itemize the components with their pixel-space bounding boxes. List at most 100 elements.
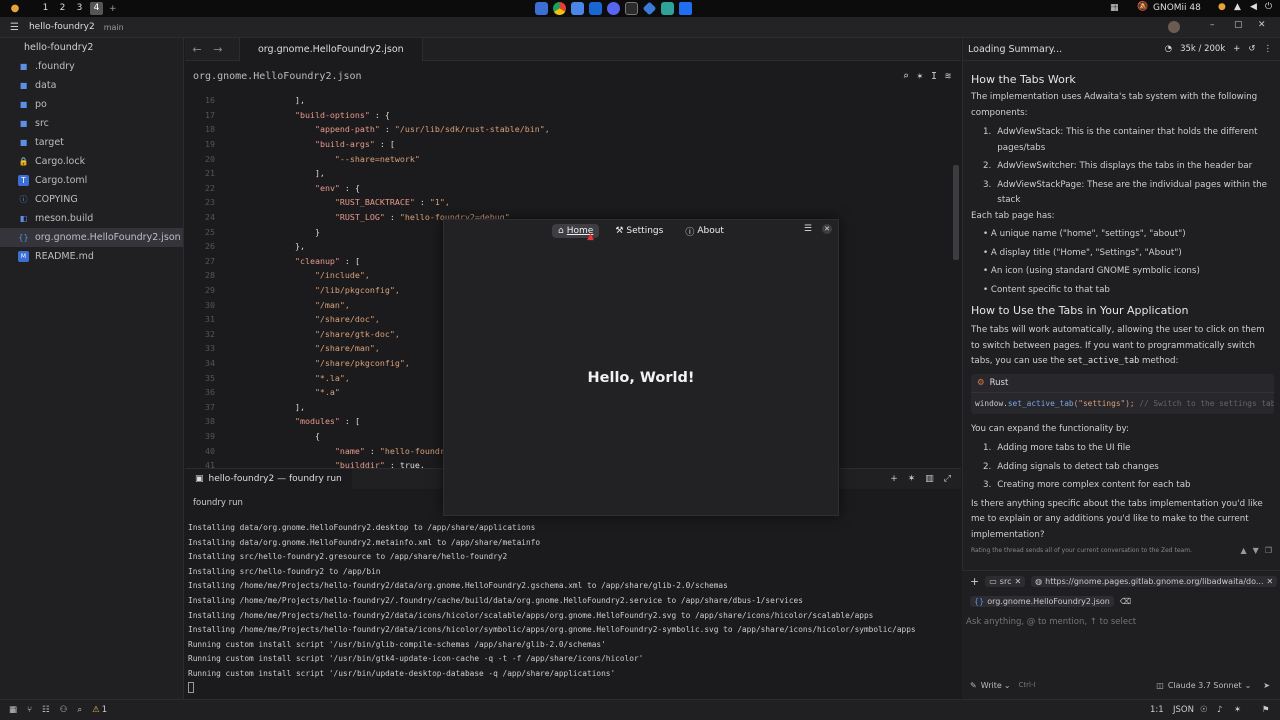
context-chip-src[interactable]: ▭ src ✕ [985, 575, 1026, 587]
send-icon[interactable]: ➤ [1263, 681, 1270, 690]
chrome-app-icon[interactable] [553, 2, 566, 15]
code-line[interactable]: 16 ], [185, 93, 961, 108]
terminal-tab[interactable]: ▣ hello-foundry2 — foundry run [185, 469, 352, 489]
assist-icon[interactable]: ✶ [917, 71, 923, 82]
tree-item-data[interactable]: ■ data [0, 76, 183, 95]
builder-app-icon[interactable] [625, 2, 638, 15]
model-selector[interactable]: Claude 3.7 Sonnet [1168, 681, 1242, 690]
tree-item-src[interactable]: ■ src [0, 114, 183, 133]
context-chip-url[interactable]: ◍ https://gnome.pages.gitlab.gnome.org/li… [1031, 575, 1278, 587]
split-icon[interactable]: ▥ [925, 474, 934, 484]
terminal-app-icon[interactable] [661, 2, 674, 15]
assistant-icon[interactable]: ✶ [1234, 705, 1241, 715]
copilot-icon[interactable]: ☉ [1200, 705, 1208, 715]
files-app-icon[interactable] [535, 2, 548, 15]
tree-item-po[interactable]: ■ po [0, 95, 183, 114]
editor-tab[interactable]: org.gnome.HelloFoundry2.json [239, 37, 423, 61]
warning-count[interactable]: 1 [102, 705, 107, 715]
tree-item-readme[interactable]: M README.md [0, 247, 183, 266]
breadcrumb-file[interactable]: org.gnome.HelloFoundry2.json [193, 71, 362, 82]
hamburger-menu-icon[interactable]: ☰ [804, 224, 812, 234]
maximize-icon[interactable]: ▢ [1234, 20, 1243, 30]
code-line[interactable]: 21 ], [185, 166, 961, 181]
tree-item-cargo-toml[interactable]: T Cargo.toml [0, 171, 183, 190]
add-context-icon[interactable]: + [970, 575, 979, 588]
copy-icon[interactable]: ❐ [1265, 546, 1272, 555]
bell-icon[interactable]: ♪ [1217, 705, 1222, 715]
add-workspace-icon[interactable]: + [109, 4, 117, 14]
project-name[interactable]: hello-foundry2 [29, 22, 95, 32]
calendar-app-icon[interactable] [589, 2, 602, 15]
workspace-2[interactable]: 2 [56, 2, 69, 15]
workspace-3[interactable]: 3 [73, 2, 86, 15]
assistant-thread[interactable]: How the Tabs Work The implementation use… [963, 61, 1280, 588]
code-line[interactable]: 17 "build-options" : { [185, 108, 961, 123]
thumbs-down-icon[interactable]: ▼ [1253, 546, 1259, 555]
menu-icon[interactable]: ☰ [10, 22, 19, 33]
code-block-body[interactable]: window. set_active_tab ("settings"); // Sw… [971, 393, 1274, 414]
code-line[interactable]: 18 "append-path" : "/usr/lib/sdk/rust-st… [185, 122, 961, 137]
notifications-muted-icon[interactable]: 🔕 [1137, 2, 1148, 12]
cursor-position[interactable]: 1:1 [1150, 705, 1164, 715]
outline-icon[interactable]: ☷ [42, 705, 50, 715]
cursor-icon[interactable]: I [931, 71, 937, 82]
thumbs-up-icon[interactable]: ▲ [1241, 546, 1247, 555]
grid-icon[interactable]: ▦ [1110, 3, 1119, 13]
project-root[interactable]: hello-foundry2 [0, 38, 183, 57]
terminal-output[interactable]: Installing data/org.gnome.HelloFoundry2.… [185, 521, 961, 682]
close-window-icon[interactable]: ✕ [1258, 20, 1266, 30]
clear-context-icon[interactable]: ⌫ [1120, 597, 1131, 606]
collab-icon[interactable]: ⚇ [60, 705, 68, 715]
code-line[interactable]: 20 "--share=network" [185, 151, 961, 166]
tree-item-label: po [35, 99, 47, 110]
branch-name[interactable]: main [104, 23, 124, 32]
discord-app-icon[interactable] [607, 2, 620, 15]
settings-sliders-icon[interactable]: ≋ [945, 71, 951, 82]
add-terminal-icon[interactable]: + [890, 474, 898, 484]
code-line[interactable]: 19 "build-args" : [ [185, 137, 961, 152]
code-line[interactable]: 22 "env" : { [185, 181, 961, 196]
workspace-1[interactable]: 1 [39, 2, 52, 15]
assistant-input[interactable] [966, 613, 1266, 631]
search-icon[interactable]: ⌕ [77, 705, 82, 715]
language-selector[interactable]: JSON [1173, 705, 1194, 715]
tree-item-meson-build[interactable]: ◧ meson.build [0, 209, 183, 228]
back-arrow-icon[interactable]: ← [188, 43, 206, 56]
code-line[interactable]: 23 "RUST_BACKTRACE" : "1", [185, 195, 961, 210]
system-menu-icon[interactable]: ● [9, 3, 21, 15]
history-icon[interactable]: ↺ [1248, 44, 1255, 54]
tree-item-manifest-json[interactable]: {} org.gnome.HelloFoundry2.json [0, 228, 183, 247]
remove-icon[interactable]: ✕ [1267, 577, 1274, 586]
user-avatar[interactable] [1168, 21, 1180, 33]
forward-arrow-icon[interactable]: → [209, 43, 227, 56]
git-branch-icon[interactable]: ⑂ [27, 705, 32, 715]
search-icon[interactable]: ⌕ [903, 71, 909, 82]
docs-app-icon[interactable] [571, 2, 584, 15]
power-icon[interactable]: ⏻ [1265, 2, 1272, 12]
tree-item-copying[interactable]: ⓘ COPYING [0, 190, 183, 209]
tab-about[interactable]: ⓘ About [679, 223, 730, 240]
workspace-4[interactable]: 4 [90, 2, 103, 15]
microphone-icon[interactable]: ● [1218, 2, 1226, 12]
more-menu-icon[interactable]: ⋮ [1264, 44, 1273, 54]
network-icon[interactable]: ▲ [1234, 2, 1241, 12]
tab-settings[interactable]: ⚒ Settings [609, 224, 669, 238]
zed-app-icon[interactable] [679, 2, 692, 15]
diamond-app-icon[interactable] [642, 1, 657, 16]
warning-icon[interactable]: ⚠ [92, 705, 100, 715]
volume-icon[interactable]: ◀ [1250, 2, 1257, 12]
editor-scrollbar[interactable] [953, 165, 959, 260]
tree-item-target[interactable]: ■ target [0, 133, 183, 152]
mode-selector[interactable]: Write [981, 681, 1002, 690]
context-chip-file[interactable]: {} org.gnome.HelloFoundry2.json [970, 595, 1114, 607]
tree-item-cargo-lock[interactable]: 🔒 Cargo.lock [0, 152, 183, 171]
minimize-icon[interactable]: – [1210, 20, 1215, 30]
new-thread-icon[interactable]: + [1233, 44, 1240, 54]
tree-item-foundry[interactable]: ■ .foundry [0, 57, 183, 76]
expand-icon[interactable]: ⤢ [944, 474, 951, 484]
panels-icon[interactable]: ▦ [9, 705, 17, 715]
close-app-icon[interactable]: ✕ [822, 224, 832, 234]
remove-icon[interactable]: ✕ [1014, 577, 1021, 586]
notification-icon[interactable]: ⚑ [1262, 705, 1270, 715]
assist-icon[interactable]: ✶ [908, 474, 916, 484]
